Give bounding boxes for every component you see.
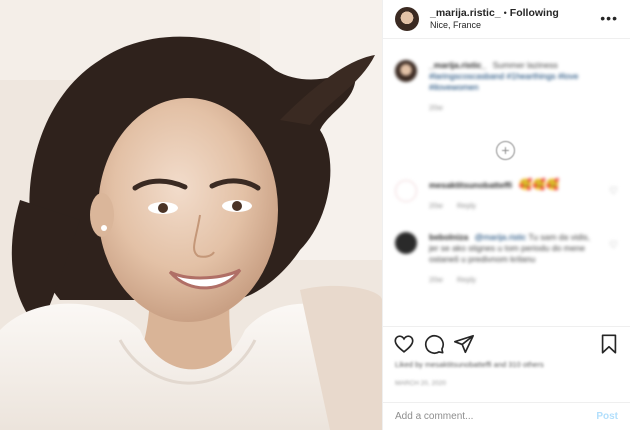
avatar[interactable] (395, 232, 417, 254)
comment-time: 20w (429, 201, 443, 210)
more-horizontal-icon[interactable]: ••• (600, 11, 618, 25)
header-text: _marija.ristic_ • Following Nice, France (430, 7, 559, 31)
caption-row: _marija.ristic_ Summer laziness #larings… (395, 60, 618, 113)
reply-button[interactable]: Reply (457, 201, 476, 210)
avatar[interactable] (395, 60, 417, 82)
avatar[interactable] (395, 180, 417, 202)
load-more-comments-plus-icon[interactable]: + (496, 141, 515, 160)
add-comment-bar: Post (383, 402, 630, 430)
comment-text: 🥰🥰🥰 (518, 179, 560, 191)
caption-hashtags[interactable]: #laringscoscasband #1hearthings #love #i… (429, 71, 578, 92)
caption-meta: 20w (429, 102, 618, 113)
post-side-panel: _marija.ristic_ • Following Nice, France… (382, 0, 630, 430)
comment-like-heart-icon[interactable]: ♡ (609, 240, 618, 251)
comment-username[interactable]: mesaktitsunobatteffi (429, 180, 512, 190)
post-photo[interactable] (0, 0, 382, 430)
share-icon[interactable] (453, 333, 475, 355)
header-top-line: _marija.ristic_ • Following (430, 7, 559, 19)
comment-time: 20w (429, 275, 443, 284)
following-button[interactable]: Following (510, 7, 559, 19)
comment-meta: 20w Reply (429, 200, 560, 211)
heart-icon[interactable] (393, 333, 415, 355)
comment-username[interactable]: bebolniza (429, 232, 468, 242)
comment-like-heart-icon[interactable]: ♡ (609, 186, 618, 197)
caption-username[interactable]: _marija.ristic_ (429, 60, 486, 70)
caption-body: _marija.ristic_ Summer laziness #larings… (429, 60, 618, 113)
comments-section: _marija.ristic_ Summer laziness #larings… (383, 40, 630, 323)
location-link[interactable]: Nice, France (430, 20, 559, 31)
post-header: _marija.ristic_ • Following Nice, France… (383, 0, 630, 39)
add-comment-input[interactable] (395, 411, 597, 422)
bookmark-icon[interactable] (598, 333, 620, 355)
comment-meta: 20w Reply (429, 274, 599, 285)
comment-body: mesaktitsunobatteffi 🥰🥰🥰 20w Reply (429, 180, 560, 211)
caption-text: Summer laziness (492, 60, 558, 70)
reply-button[interactable]: Reply (457, 275, 476, 284)
selfie-illustration (0, 0, 382, 430)
comment-row: bebolniza @marija.ristic Tu sam da vidis… (395, 232, 618, 285)
comment-body: bebolniza @marija.ristic Tu sam da vidis… (429, 232, 599, 285)
comment-row: mesaktitsunobatteffi 🥰🥰🥰 20w Reply (395, 180, 618, 211)
avatar[interactable] (395, 7, 419, 31)
comment-icon[interactable] (423, 333, 445, 355)
action-bar (383, 326, 630, 360)
post-comment-button[interactable]: Post (596, 411, 618, 422)
comment-mention[interactable]: @marija.ristic (475, 232, 527, 242)
post-date[interactable]: March 20, 2020 (395, 380, 446, 387)
caption-time: 20w (429, 103, 443, 112)
likes-count[interactable]: Liked by mesaktitsunobatteffi and 310 ot… (395, 360, 618, 369)
username-link[interactable]: _marija.ristic_ (430, 7, 501, 19)
separator-dot: • (503, 7, 507, 18)
